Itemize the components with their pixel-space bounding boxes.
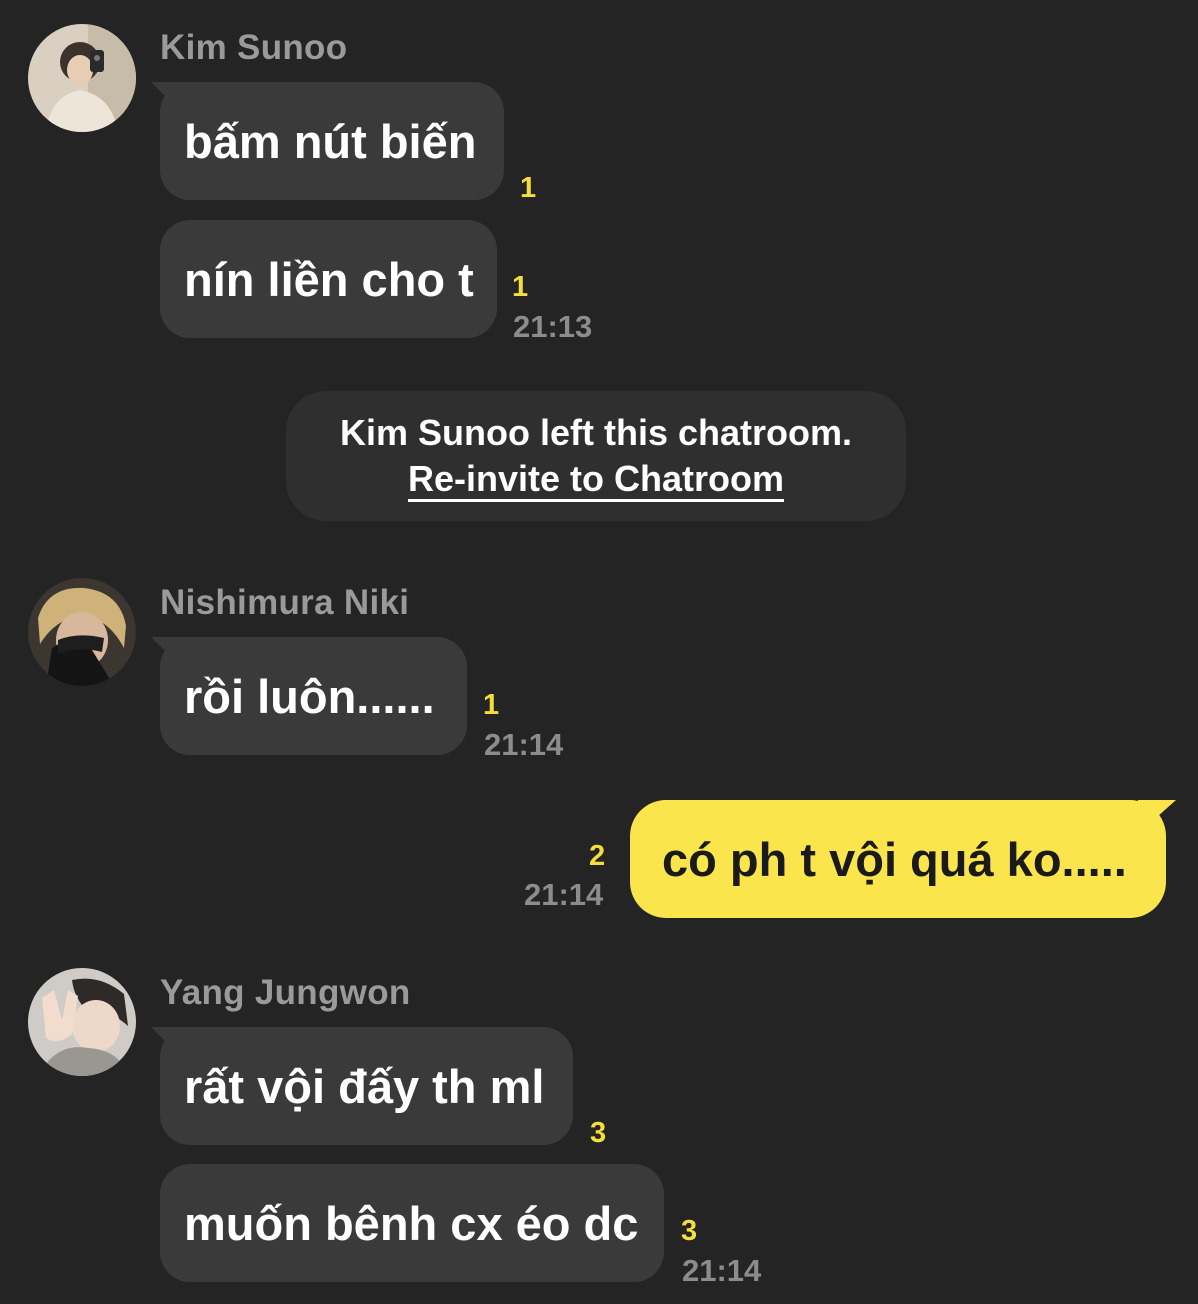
sender-name: Nishimura Niki <box>160 583 410 622</box>
avatar-nishimura-niki[interactable] <box>28 578 136 686</box>
notice-text: Kim Sunoo left this chatroom. <box>339 412 852 453</box>
message-timestamp: 21:14 <box>682 1253 762 1288</box>
unread-count: 1 <box>483 689 500 721</box>
my-message-bubble[interactable]: có ph t vội quá ko..... <box>630 800 1166 918</box>
message-timestamp: 21:13 <box>513 309 593 344</box>
left-chatroom-notice: Kim Sunoo left this chatroom. Re-invite … <box>286 391 906 521</box>
unread-count: 2 <box>589 840 606 872</box>
unread-count: 1 <box>512 271 529 303</box>
message-bubble[interactable]: nín liền cho t <box>160 220 497 338</box>
message-bubble[interactable]: bấm nút biến <box>160 82 504 200</box>
avatar-yang-jungwon[interactable] <box>28 968 136 1076</box>
message-bubble[interactable]: rất vội đấy th ml <box>160 1027 573 1145</box>
message-timestamp: 21:14 <box>484 727 564 762</box>
message-timestamp: 21:14 <box>524 877 604 912</box>
sender-name: Yang Jungwon <box>160 973 411 1012</box>
unread-count: 3 <box>590 1117 607 1149</box>
unread-count: 1 <box>520 172 537 204</box>
message-bubble[interactable]: muốn bênh cx éo dc <box>160 1164 664 1282</box>
sender-name: Kim Sunoo <box>160 28 348 67</box>
message-bubble[interactable]: rồi luôn...... <box>160 637 467 755</box>
avatar-kim-sunoo[interactable] <box>28 24 136 132</box>
reinvite-link[interactable]: Re-invite to Chatroom <box>408 456 784 502</box>
unread-count: 3 <box>681 1215 698 1247</box>
